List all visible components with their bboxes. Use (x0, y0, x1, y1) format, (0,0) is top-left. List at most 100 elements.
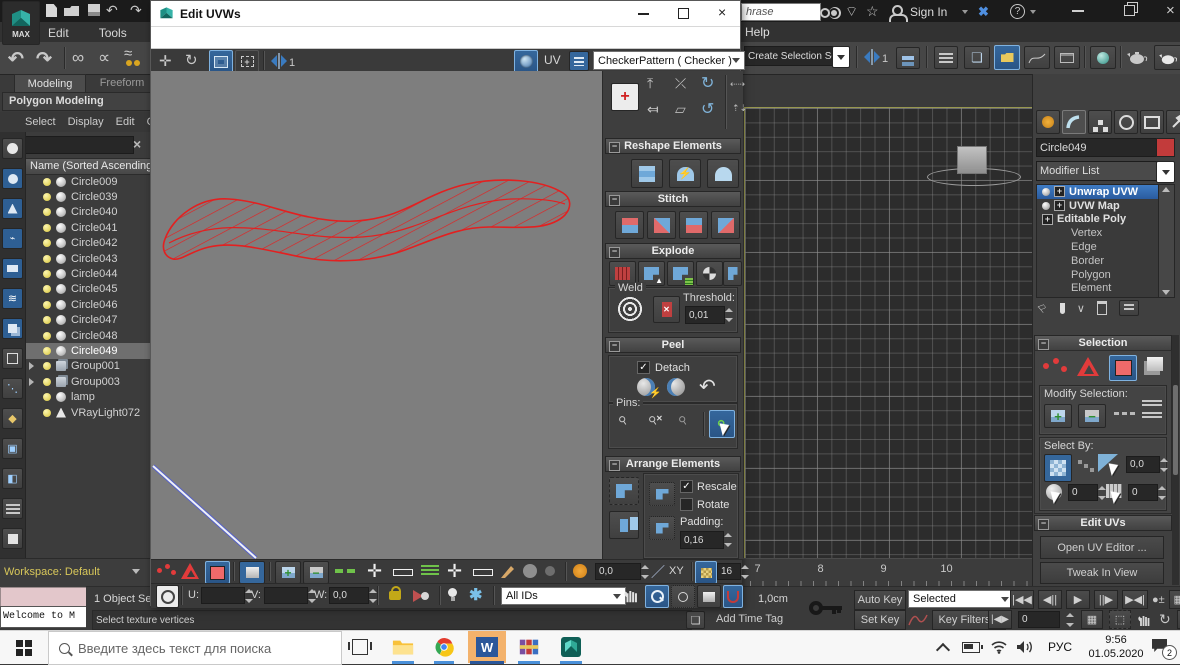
angle-threshold-field[interactable]: 0,0 (1126, 456, 1160, 473)
padding-spinner[interactable] (724, 532, 733, 548)
uv-options-icon[interactable] (569, 51, 589, 71)
freeform-tool-icon[interactable]: + (235, 50, 259, 73)
modifier-expand-icon[interactable]: + (1042, 213, 1053, 225)
flatten-by-matid-icon[interactable] (667, 261, 694, 286)
orbit-view-icon[interactable]: ↻ (1159, 611, 1171, 628)
communication-icon[interactable]: ⌔ (845, 3, 858, 21)
stack-scrollbar[interactable] (1158, 184, 1175, 298)
peel-mode-icon[interactable] (667, 378, 685, 396)
tray-speaker-icon[interactable] (1016, 640, 1034, 654)
stitch-target-icon[interactable] (711, 211, 740, 239)
filter-geometry-icon[interactable] (2, 168, 23, 189)
favorites-star-icon[interactable]: ☆ (866, 3, 879, 20)
modifier-list-dropdown[interactable]: Modifier List (1036, 161, 1164, 181)
snap-icon[interactable] (723, 585, 743, 608)
prev-key-icon[interactable]: ◀|| (1038, 590, 1062, 609)
arrange-rollout-header[interactable]: Arrange Elements (605, 456, 741, 472)
viewport[interactable] (744, 107, 1034, 587)
list-item[interactable]: Circle049 (25, 343, 151, 359)
uvw-titlebar[interactable]: Edit UVWs × (151, 1, 740, 27)
weld-selected-icon[interactable]: ✕ (653, 296, 680, 323)
explode-rollout-header[interactable]: Explode (605, 243, 741, 259)
filter-bones-icon[interactable]: ◆ (2, 408, 23, 429)
create-selection-set-dropdown[interactable]: Create Selection Se (744, 46, 840, 66)
target-weld-icon[interactable] (617, 296, 643, 322)
modifier-list-dd-arrow[interactable] (1156, 161, 1175, 183)
visibility-bulb-icon[interactable] (43, 285, 51, 294)
pack-together-icon[interactable] (609, 511, 639, 539)
flatten-custom-icon[interactable] (723, 261, 742, 286)
help-icon[interactable]: ? (1010, 4, 1025, 19)
undo-toolbar-icon[interactable]: ↶ (8, 48, 24, 71)
tray-clock[interactable]: 9:56 01.05.2020 (1085, 633, 1147, 661)
move-v-icon[interactable]: ⤆ (647, 101, 659, 118)
explorer-menu-display[interactable]: Display (68, 116, 104, 128)
falloff-slash-icon[interactable]: ／ (651, 562, 665, 582)
explorer-menu-select[interactable]: Select (25, 116, 56, 128)
tab-hierarchy-icon[interactable] (1088, 110, 1112, 134)
add-time-tag[interactable]: Add Time Tag (716, 613, 783, 625)
create-selection-dd-arrow[interactable] (832, 46, 850, 68)
relax-tool-icon[interactable] (631, 159, 663, 188)
tray-language[interactable]: РУС (1048, 640, 1072, 654)
list-item[interactable]: Group003 (25, 374, 151, 389)
dope-sheet-icon[interactable]: ⬚ (1109, 610, 1131, 629)
collapse-icon[interactable] (609, 460, 620, 471)
taskbar-search[interactable]: Введите здесь текст для поиска (48, 631, 342, 665)
collapse-icon[interactable] (609, 341, 620, 352)
list-item[interactable]: Circle040 (25, 205, 151, 220)
window-close-icon[interactable]: × (1166, 2, 1175, 19)
explorer-search-clear-icon[interactable]: × (133, 136, 141, 152)
pan-view-icon[interactable] (1137, 612, 1153, 628)
filter-materials-icon[interactable]: ◧ (2, 468, 23, 489)
falloff-space-label[interactable]: XY (669, 565, 684, 577)
paint-select-icon[interactable] (499, 563, 517, 580)
checker-pattern-dropdown[interactable]: CheckerPattern ( Checker ) (593, 51, 745, 70)
hide-selected-bulb-icon[interactable] (448, 588, 457, 597)
ribbon-tab-freeform[interactable]: Freeform (90, 74, 154, 92)
matid-spinner[interactable] (1158, 485, 1167, 501)
copy-prompt-icon[interactable]: ❏ (686, 611, 705, 629)
uvw-maximize-icon[interactable] (678, 8, 689, 19)
menu-edit[interactable]: Edit (40, 26, 77, 40)
visibility-bulb-icon[interactable] (43, 193, 51, 202)
unlink-icon[interactable]: ∝ (98, 48, 110, 68)
auto-key-button[interactable]: Auto Key (854, 590, 906, 610)
workspace-label[interactable]: Workspace: Default (4, 566, 100, 578)
visibility-bulb-icon[interactable] (43, 270, 51, 279)
list-item[interactable]: Circle045 (25, 282, 151, 297)
render-setup-icon[interactable] (1090, 46, 1116, 69)
space-h-icon[interactable]: ⇠⇢ (730, 79, 745, 90)
expand-arrow-icon[interactable] (29, 362, 34, 371)
visibility-bulb-icon[interactable] (43, 331, 51, 340)
new-file-icon[interactable] (46, 4, 57, 17)
list-item[interactable]: Group001 (25, 359, 151, 374)
edit-uvs-rollout-header[interactable]: Edit UVs (1034, 515, 1172, 531)
window-minimize-icon[interactable] (1072, 10, 1084, 12)
loop-grow-icon[interactable] (335, 569, 359, 573)
unpin-tool-icon[interactable]: ⚲ ✕ (646, 413, 663, 428)
v-field[interactable] (264, 587, 308, 604)
list-item[interactable]: Circle046 (25, 297, 151, 312)
file-explorer-icon[interactable] (392, 637, 414, 657)
list-item[interactable]: Circle048 (25, 328, 151, 343)
visibility-bulb-icon[interactable] (43, 362, 51, 371)
layer-manager-icon[interactable] (934, 46, 958, 69)
absolute-mode-icon[interactable] (156, 585, 179, 608)
show-map-icon[interactable] (514, 50, 538, 73)
object-color-swatch[interactable] (1156, 138, 1175, 157)
rescale-checkbox[interactable] (680, 480, 693, 493)
ring-grow-icon[interactable] (421, 565, 439, 577)
shrink-uv-selection-icon[interactable]: − (303, 561, 329, 584)
break-icon[interactable]: ⤫ (675, 75, 686, 92)
visibility-bulb-icon[interactable] (43, 346, 51, 355)
zoom-extents-icon[interactable] (697, 585, 721, 608)
redo-icon[interactable]: ↷ (130, 2, 142, 19)
visibility-bulb-icon[interactable] (43, 254, 51, 263)
link-icon[interactable]: ∞ (72, 48, 84, 68)
modifier-stack-row[interactable]: + Editable Poly (1037, 213, 1159, 227)
smoothing-group-field[interactable]: 0 (1068, 484, 1098, 501)
modifier-stack-row[interactable]: + UVW Map (1037, 199, 1159, 213)
modifier-bulb-icon[interactable] (1042, 201, 1050, 210)
step-frame-icon[interactable]: |◀▶ (988, 610, 1012, 629)
